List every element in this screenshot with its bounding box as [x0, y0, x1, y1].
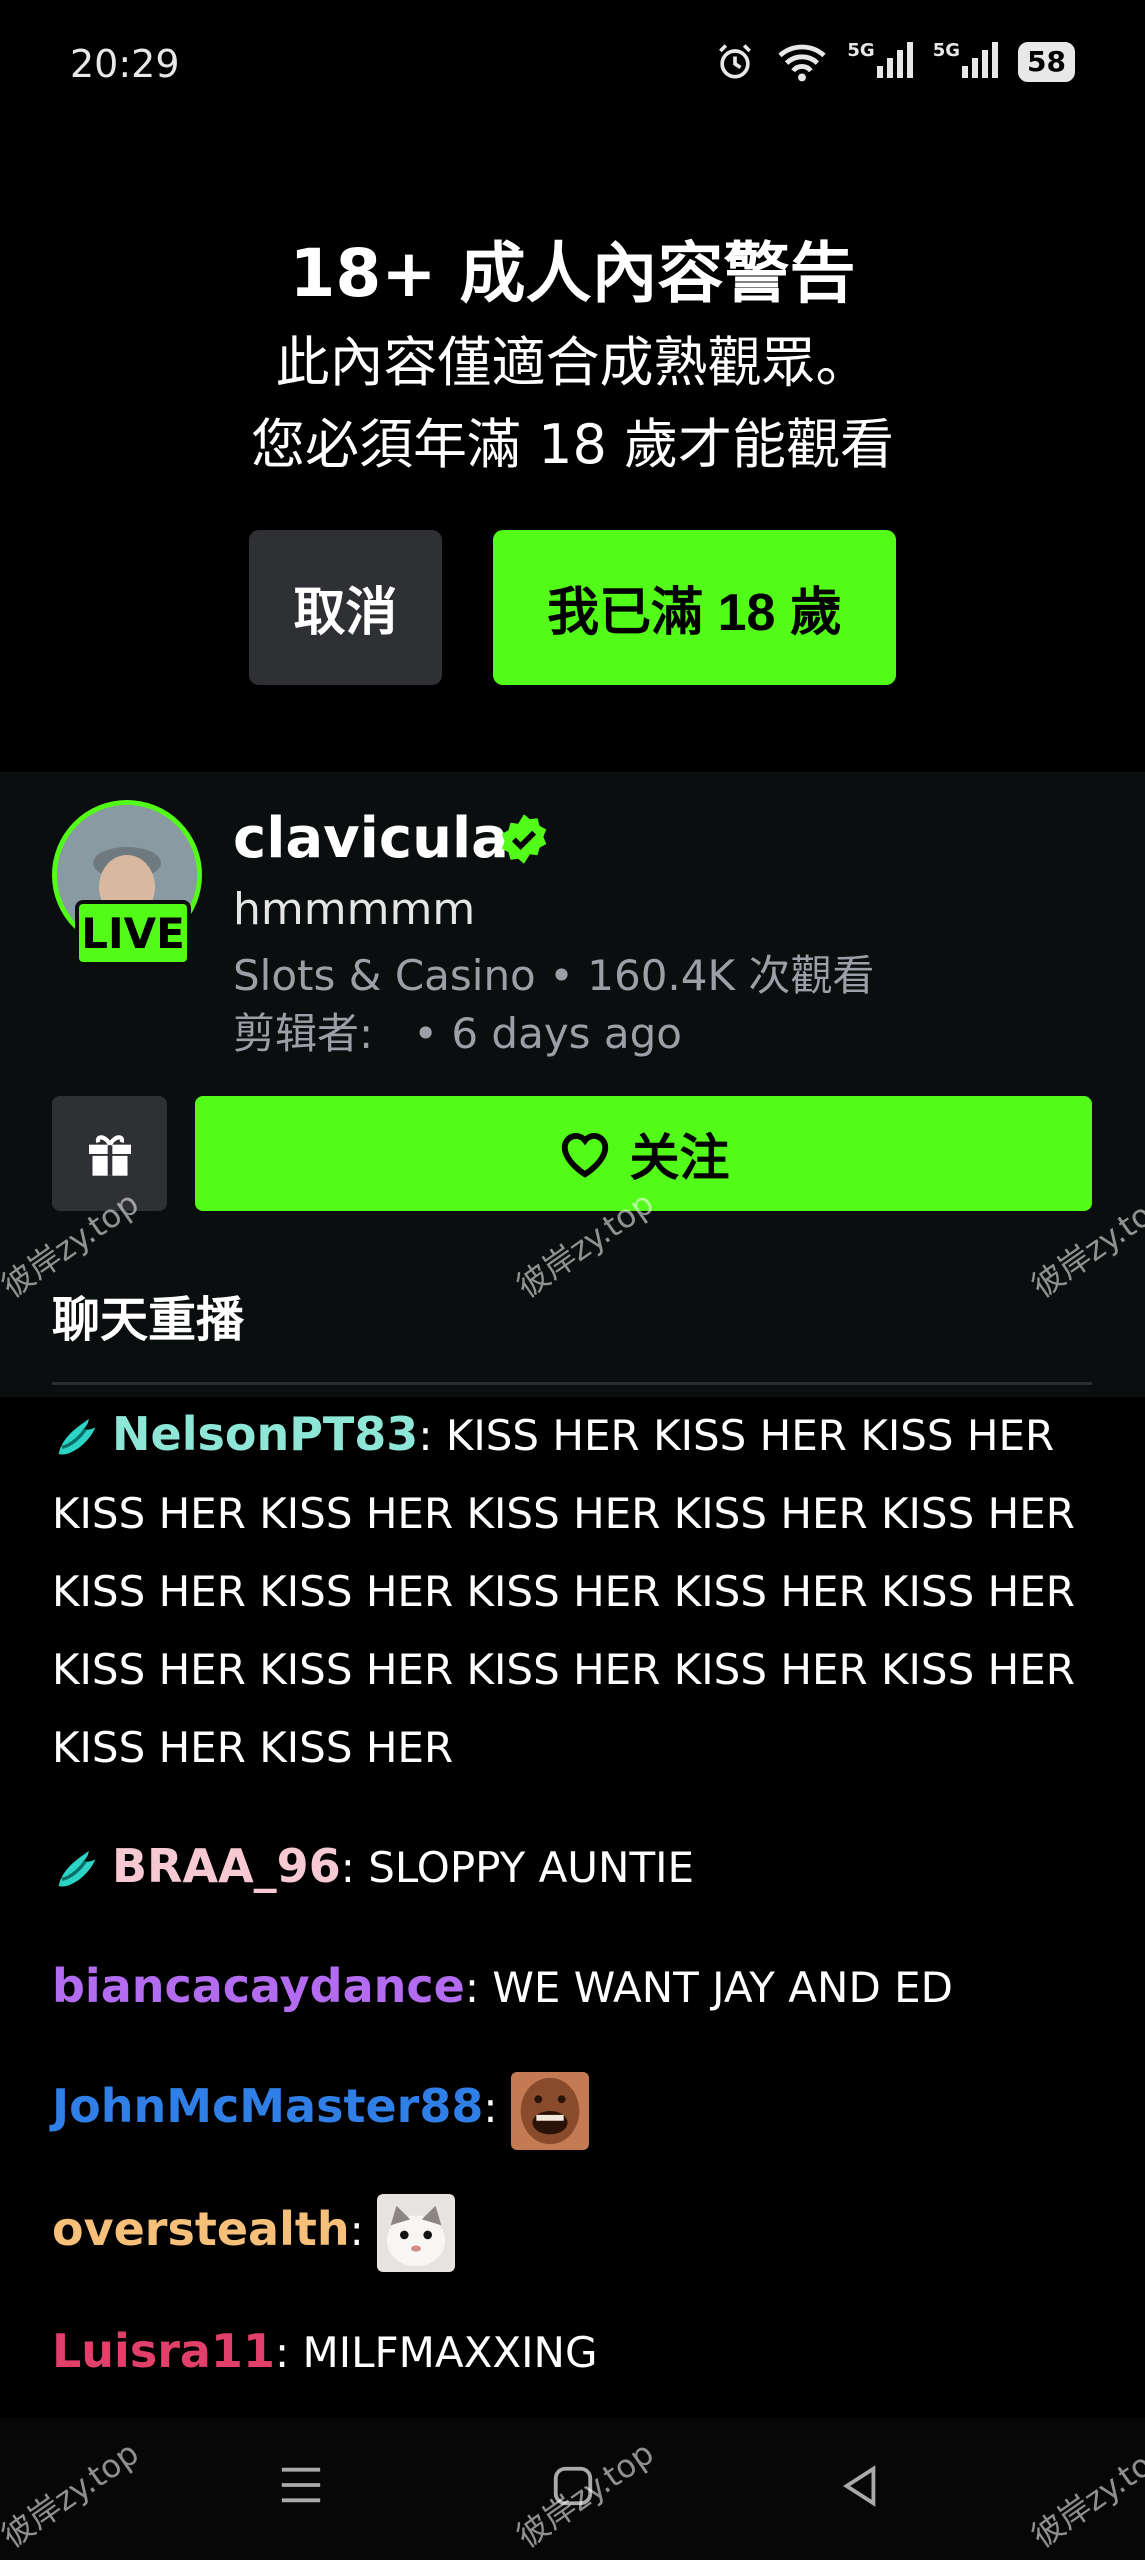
- back-icon[interactable]: [838, 2463, 882, 2509]
- chat-message: biancacaydance: WE WANT JAY AND ED: [52, 1959, 954, 2013]
- cellular-signal-icon: 5G: [847, 40, 914, 84]
- chat-username[interactable]: Luisra11: [52, 2324, 275, 2378]
- category-link[interactable]: Slots & Casino: [233, 951, 536, 1000]
- chat-message: Luisra11: MILFMAXXING: [52, 2324, 598, 2378]
- stream-meta: Slots & Casino • 160.4K 次觀看: [233, 951, 875, 1000]
- streamer-name[interactable]: clavicular: [233, 806, 537, 871]
- menu-icon[interactable]: [278, 2463, 324, 2507]
- laughing-emote-icon: [510, 2071, 589, 2150]
- follow-label: 关注: [629, 1129, 730, 1186]
- chat-text: KISS HER KISS HER KISS HER KISS HER KISS…: [52, 1411, 1075, 1772]
- stream-title: hmmmmm: [233, 884, 476, 935]
- chat-message: overstealth:: [52, 2190, 1092, 2272]
- chat-text: WE WANT JAY AND ED: [492, 1963, 954, 2012]
- warning-title: 18+ 成人內容警告: [289, 235, 856, 312]
- confirm-age-button[interactable]: 我已滿 18 歲: [493, 530, 896, 685]
- chat-message: NelsonPT83: KISS HER KISS HER KISS HER K…: [52, 1407, 1075, 1772]
- warning-line-1: 此內容僅適合成熟觀眾。: [275, 331, 870, 394]
- chat-username[interactable]: JohnMcMaster88: [52, 2079, 483, 2133]
- cellular-signal-2-icon: 5G: [933, 40, 1000, 84]
- subscriber-badge-icon: [58, 1418, 96, 1455]
- clip-age: 6 days ago: [451, 1009, 682, 1058]
- chat-username[interactable]: BRAA_96: [112, 1839, 341, 1893]
- chat-message: JohnMcMaster88:: [52, 2067, 1092, 2150]
- warning-line-2: 您必須年滿 18 歲才能觀看: [250, 413, 895, 476]
- view-count: 160.4K 次觀看: [587, 951, 875, 1000]
- live-badge: LIVE: [75, 900, 191, 966]
- battery-icon: 58: [1018, 42, 1075, 82]
- subscriber-badge-icon: [58, 1850, 96, 1887]
- clip-meta: 剪辑者: • 6 days ago: [233, 1009, 682, 1058]
- chat-text: SLOPPY AUNTIE: [368, 1843, 695, 1892]
- verified-icon: [501, 814, 547, 864]
- chat-message: BRAA_96: SLOPPY AUNTIE: [52, 1827, 1092, 1907]
- cancel-button[interactable]: 取消: [249, 530, 442, 685]
- cat-emote-icon: [377, 2194, 456, 2272]
- status-icons: 5G 5G 58: [713, 40, 1075, 84]
- chat-list: NelsonPT83: KISS HER KISS HER KISS HER K…: [52, 1395, 1092, 2432]
- chat-text: MILFMAXXING: [302, 2328, 598, 2377]
- chat-username[interactable]: overstealth: [52, 2202, 350, 2256]
- chat-username[interactable]: NelsonPT83: [112, 1407, 418, 1461]
- alarm-icon: [719, 44, 752, 79]
- status-time: 20:29: [70, 42, 180, 86]
- clipper-label: 剪辑者:: [233, 1009, 374, 1058]
- heart-icon: [561, 1132, 608, 1178]
- chat-header-title: 聊天重播: [52, 1292, 245, 1348]
- chat-username[interactable]: biancacaydance: [52, 1959, 465, 2013]
- wifi-icon: [778, 44, 827, 82]
- gift-icon: [88, 1134, 131, 1176]
